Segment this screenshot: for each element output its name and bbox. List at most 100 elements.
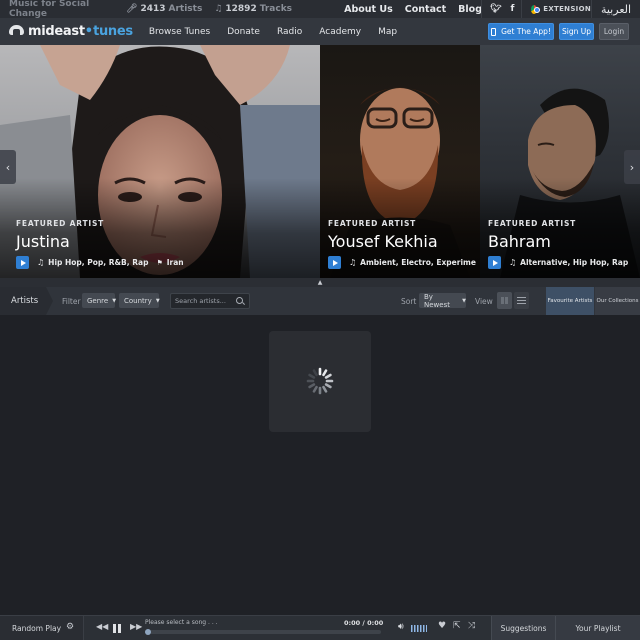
nav-academy[interactable]: Academy: [319, 27, 361, 37]
filter-bar: Artists Filter Genre▼ Country▼ Sort By N…: [0, 287, 640, 315]
featured-genres: Alternative, Hip Hop, Rap: [520, 258, 629, 267]
shuffle-icon[interactable]: ⤨: [468, 621, 475, 631]
music-note-icon: ♫: [214, 4, 223, 14]
get-app-label: Get The App!: [501, 27, 551, 36]
logo-text-mideast: mideast: [28, 24, 85, 39]
language-switch[interactable]: العربية: [591, 0, 640, 18]
chevron-right-icon: ›: [629, 160, 635, 174]
twitter-icon[interactable]: 🐦︎: [490, 4, 501, 14]
share-icon[interactable]: ⇱: [453, 621, 461, 631]
genre-dropdown-label: Genre: [87, 296, 109, 305]
chrome-icon: [531, 4, 540, 14]
caret-down-icon: ▼: [155, 297, 160, 304]
grid-view-button[interactable]: [497, 292, 512, 309]
chevron-left-icon: ‹: [5, 160, 11, 174]
nav-map[interactable]: Map: [378, 27, 397, 37]
gear-icon[interactable]: ⚙: [66, 622, 74, 632]
list-view-button[interactable]: [514, 292, 529, 309]
chevron-up-icon: ▲: [317, 279, 323, 286]
music-note-icon: ♫: [37, 258, 45, 267]
get-app-button[interactable]: Get The App!: [488, 23, 554, 40]
loading-spinner-icon: [306, 367, 334, 395]
phone-icon: [491, 27, 497, 36]
social-links: 🐦︎ f: [481, 0, 523, 18]
search-input[interactable]: [175, 295, 235, 307]
random-play-label: Random Play: [12, 623, 62, 633]
our-collections-tab[interactable]: Our Collections: [595, 287, 640, 315]
search-icon[interactable]: [236, 297, 243, 304]
blog-link[interactable]: Blog: [458, 4, 482, 15]
microphone-icon: 🎤︎: [126, 4, 138, 14]
extension-button[interactable]: EXTENSION: [521, 0, 591, 18]
play-button[interactable]: [16, 256, 29, 269]
main-menu: Browse Tunes Donate Radio Academy Map: [149, 27, 414, 37]
artists-grid-area: [0, 315, 640, 615]
country-dropdown[interactable]: Country ▼: [119, 293, 160, 308]
signup-button[interactable]: Sign Up: [559, 23, 594, 40]
nav-browse-tunes[interactable]: Browse Tunes: [149, 27, 210, 37]
extension-label: EXTENSION: [543, 5, 591, 13]
artists-section-tab[interactable]: Artists: [0, 287, 53, 315]
music-player-bar: Random Play ⚙ ◀◀ ▶▶ Please select a song…: [0, 615, 640, 640]
sort-dropdown[interactable]: By Newest ▼: [419, 292, 466, 309]
progress-bar[interactable]: [145, 629, 381, 635]
featured-slide-justina[interactable]: FEATURED ARTIST Justina ♫ Hip Hop, Pop, …: [0, 45, 320, 278]
next-track-button[interactable]: ▶▶: [130, 622, 142, 631]
featured-slide-bahram[interactable]: FEATURED ARTIST Bahram ♫ Alternative, Hi…: [480, 45, 640, 278]
artists-count: 2413: [140, 4, 166, 14]
nav-radio[interactable]: Radio: [277, 27, 302, 37]
caret-down-icon: ▼: [112, 297, 117, 304]
play-button[interactable]: [328, 256, 341, 269]
play-button[interactable]: [488, 256, 501, 269]
rewind-icon: ◀◀: [96, 622, 109, 631]
suggestions-tab[interactable]: Suggestions: [491, 616, 555, 640]
tracks-stat: ♫ 12892 Tracks: [214, 4, 292, 14]
logo-separator: •: [84, 24, 94, 39]
facebook-icon[interactable]: f: [510, 4, 514, 14]
contact-link[interactable]: Contact: [405, 4, 446, 15]
featured-slide-yousef-kekhia[interactable]: FEATURED ARTIST Yousef Kekhia ♫ Ambient,…: [320, 45, 480, 278]
pause-button[interactable]: [113, 624, 121, 633]
sort-dropdown-label: By Newest: [424, 292, 450, 309]
previous-track-button[interactable]: ◀◀: [96, 622, 108, 631]
featured-artist-name[interactable]: Yousef Kekhia: [328, 232, 438, 251]
filter-label: Filter: [62, 297, 81, 306]
flag-icon: ⚑: [156, 258, 163, 267]
featured-kicker: FEATURED ARTIST: [16, 219, 105, 228]
tracks-count: 12892: [225, 4, 257, 14]
login-button[interactable]: Login: [599, 23, 629, 40]
artists-stat: 🎤︎ 2413 Artists: [126, 4, 202, 14]
heart-icon[interactable]: ♥: [438, 621, 446, 631]
featured-artist-info: ♫ Alternative, Hip Hop, Rap: [488, 256, 628, 269]
artists-label: Artists: [168, 4, 203, 14]
fast-forward-icon: ▶▶: [130, 622, 143, 631]
site-logo[interactable]: mideast • tunes: [9, 24, 133, 39]
featured-artist-name[interactable]: Justina: [16, 232, 70, 251]
carousel-next-button[interactable]: ›: [624, 150, 640, 184]
country-dropdown-label: Country: [124, 296, 152, 305]
top-links: About Us Contact Blog: [332, 0, 482, 18]
volume-slider[interactable]: [411, 625, 427, 632]
loading-panel: [269, 331, 371, 432]
featured-artist-name[interactable]: Bahram: [488, 232, 551, 251]
your-playlist-tab[interactable]: Your Playlist: [555, 616, 640, 640]
featured-artist-info: ♫ Hip Hop, Pop, R&B, Rap ⚑ Iran: [16, 256, 184, 269]
favourite-artists-tab[interactable]: Favourite Artists: [546, 287, 594, 315]
tracks-label: Tracks: [259, 4, 293, 14]
music-note-icon: ♫: [349, 258, 357, 267]
featured-kicker: FEATURED ARTIST: [328, 219, 417, 228]
volume-icon[interactable]: 🔊︎: [398, 622, 404, 632]
collapse-carousel-handle[interactable]: ▲: [0, 278, 640, 287]
nav-donate[interactable]: Donate: [227, 27, 260, 37]
search-box: [170, 293, 250, 309]
now-playing-status: Please select a song . . .: [145, 619, 218, 626]
about-us-link[interactable]: About Us: [344, 4, 393, 15]
featured-kicker: FEATURED ARTIST: [488, 219, 577, 228]
tagline: Music for Social Change: [9, 0, 90, 19]
genre-dropdown[interactable]: Genre ▼: [82, 293, 117, 308]
playback-time: 0:00 / 0:00: [344, 619, 384, 627]
carousel-prev-button[interactable]: ‹: [0, 150, 16, 184]
featured-genres: Ambient, Electro, Experime: [360, 258, 476, 267]
music-note-icon: ♫: [509, 258, 517, 267]
progress-knob[interactable]: [145, 629, 151, 635]
